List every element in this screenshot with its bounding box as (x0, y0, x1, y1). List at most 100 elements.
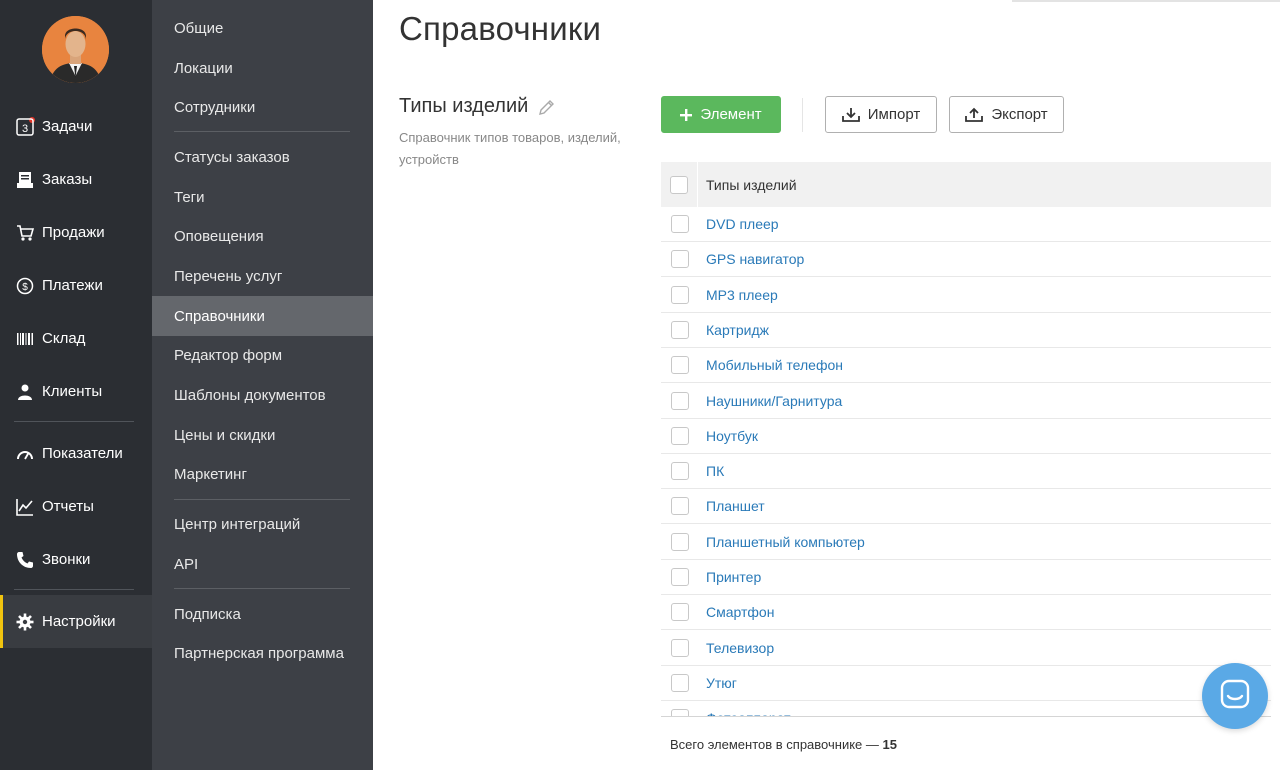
row-link[interactable]: Телевизор (698, 640, 774, 656)
sidebar-item-clients[interactable]: Клиенты (0, 365, 152, 418)
subnav-item-form-editor[interactable]: Редактор форм (152, 335, 373, 375)
upload-icon (965, 107, 984, 123)
subnav-divider (174, 499, 350, 500)
row-checkbox-cell (661, 595, 698, 630)
row-link[interactable]: GPS навигатор (698, 251, 804, 267)
table-row: DVD плеер (661, 207, 1271, 242)
row-link[interactable]: Картридж (698, 322, 769, 338)
import-button[interactable]: Импорт (825, 96, 937, 133)
table-row: Фотоаппарат (661, 701, 1271, 716)
row-checkbox[interactable] (670, 638, 689, 657)
pencil-icon[interactable] (538, 98, 556, 116)
row-checkbox-cell (661, 277, 698, 312)
sidebar-item-settings[interactable]: Настройки (0, 595, 152, 648)
row-checkbox-cell (661, 312, 698, 347)
avatar[interactable] (42, 16, 109, 83)
row-link[interactable]: ПК (698, 463, 724, 479)
sidebar-item-payments[interactable]: $ Платежи (0, 259, 152, 312)
row-link[interactable]: Мобильный телефон (698, 357, 843, 373)
total-number: 15 (882, 737, 897, 752)
subnav-item-api[interactable]: API (152, 544, 373, 584)
sidebar-item-warehouse[interactable]: Склад (0, 312, 152, 365)
subnav-item-marketing[interactable]: Маркетинг (152, 454, 373, 494)
tasks-icon: 3 (15, 117, 35, 137)
cart-icon (15, 223, 35, 243)
row-link[interactable]: Наушники/Гарнитура (698, 393, 842, 409)
subnav-item-integrations[interactable]: Центр интеграций (152, 504, 373, 544)
row-link[interactable]: Планшетный компьютер (698, 534, 865, 550)
main-sidebar: 3 Задачи Заказы Продажи $ Платежи Склад … (0, 0, 152, 770)
row-link[interactable]: MP3 плеер (698, 287, 778, 303)
row-checkbox[interactable] (670, 603, 689, 622)
sidebar-item-label: Клиенты (42, 383, 103, 400)
row-checkbox[interactable] (670, 709, 689, 716)
table-row: Смартфон (661, 595, 1271, 631)
phone-icon (15, 550, 35, 570)
sidebar-divider (14, 421, 134, 422)
export-button[interactable]: Экспорт (949, 96, 1064, 133)
subnav-item-directories[interactable]: Справочники (152, 296, 373, 336)
row-checkbox[interactable] (670, 391, 689, 410)
subnav-item-tags[interactable]: Теги (152, 177, 373, 217)
row-checkbox[interactable] (670, 532, 689, 551)
table-row: Наушники/Гарнитура (661, 384, 1271, 419)
subnav-item-locations[interactable]: Локации (152, 48, 373, 88)
row-checkbox[interactable] (670, 426, 689, 445)
row-link[interactable]: Планшет (698, 498, 765, 514)
row-checkbox[interactable] (670, 462, 689, 481)
subnav-item-notifications[interactable]: Оповещения (152, 216, 373, 256)
popup-edge (1012, 0, 1280, 2)
subnav-item-subscription[interactable]: Подписка (152, 594, 373, 634)
subnav-divider (174, 131, 350, 132)
row-link[interactable]: Принтер (698, 569, 761, 585)
row-checkbox[interactable] (670, 320, 689, 339)
subnav-item-employees[interactable]: Сотрудники (152, 87, 373, 127)
subnav-item-prices[interactable]: Цены и скидки (152, 415, 373, 455)
directory-title: Типы изделий (399, 95, 556, 118)
sidebar-divider (14, 589, 134, 590)
row-checkbox-cell (661, 560, 698, 595)
svg-text:$: $ (22, 282, 28, 293)
row-checkbox-cell (661, 207, 698, 242)
row-link[interactable]: Утюг (698, 675, 737, 691)
table-row: GPS навигатор (661, 242, 1271, 278)
row-checkbox[interactable] (670, 673, 689, 692)
row-checkbox-cell (661, 524, 698, 559)
row-checkbox[interactable] (670, 285, 689, 304)
subnav-item-services[interactable]: Перечень услуг (152, 256, 373, 296)
row-checkbox[interactable] (670, 497, 689, 516)
sidebar-item-orders[interactable]: Заказы (0, 153, 152, 206)
select-all-cell (661, 162, 698, 207)
total-count: Всего элементов в справочнике — 15 (670, 737, 897, 752)
sidebar-item-label: Настройки (42, 613, 116, 630)
subnav-item-general[interactable]: Общие (152, 8, 373, 48)
sidebar-item-reports[interactable]: Отчеты (0, 480, 152, 533)
plus-icon (680, 108, 693, 121)
sidebar-item-indicators[interactable]: Показатели (0, 427, 152, 480)
sidebar-item-label: Продажи (42, 224, 105, 241)
row-link[interactable]: DVD плеер (698, 216, 779, 232)
table-row: Ноутбук (661, 419, 1271, 454)
subnav-item-doc-templates[interactable]: Шаблоны документов (152, 375, 373, 415)
subnav-item-order-statuses[interactable]: Статусы заказов (152, 137, 373, 177)
sidebar-item-tasks[interactable]: 3 Задачи (0, 100, 152, 153)
settings-subnav: Общие Локации Сотрудники Статусы заказов… (152, 0, 373, 770)
table-row: Мобильный телефон (661, 348, 1271, 384)
download-icon (841, 107, 860, 123)
sidebar-item-sales[interactable]: Продажи (0, 206, 152, 259)
row-checkbox[interactable] (670, 356, 689, 375)
subnav-item-partner[interactable]: Партнерская программа (152, 633, 373, 673)
row-checkbox-cell (661, 665, 698, 700)
row-checkbox[interactable] (670, 250, 689, 269)
row-checkbox[interactable] (670, 568, 689, 586)
row-checkbox-cell (661, 383, 698, 418)
select-all-checkbox[interactable] (670, 175, 688, 194)
chat-button[interactable] (1202, 663, 1268, 729)
row-link[interactable]: Ноутбук (698, 428, 758, 444)
row-checkbox-cell (661, 348, 698, 383)
add-element-button[interactable]: Элемент (661, 96, 781, 133)
row-link[interactable]: Смартфон (698, 604, 774, 620)
sidebar-item-calls[interactable]: Звонки (0, 533, 152, 586)
table-row: Картридж (661, 313, 1271, 348)
row-checkbox[interactable] (670, 215, 689, 233)
